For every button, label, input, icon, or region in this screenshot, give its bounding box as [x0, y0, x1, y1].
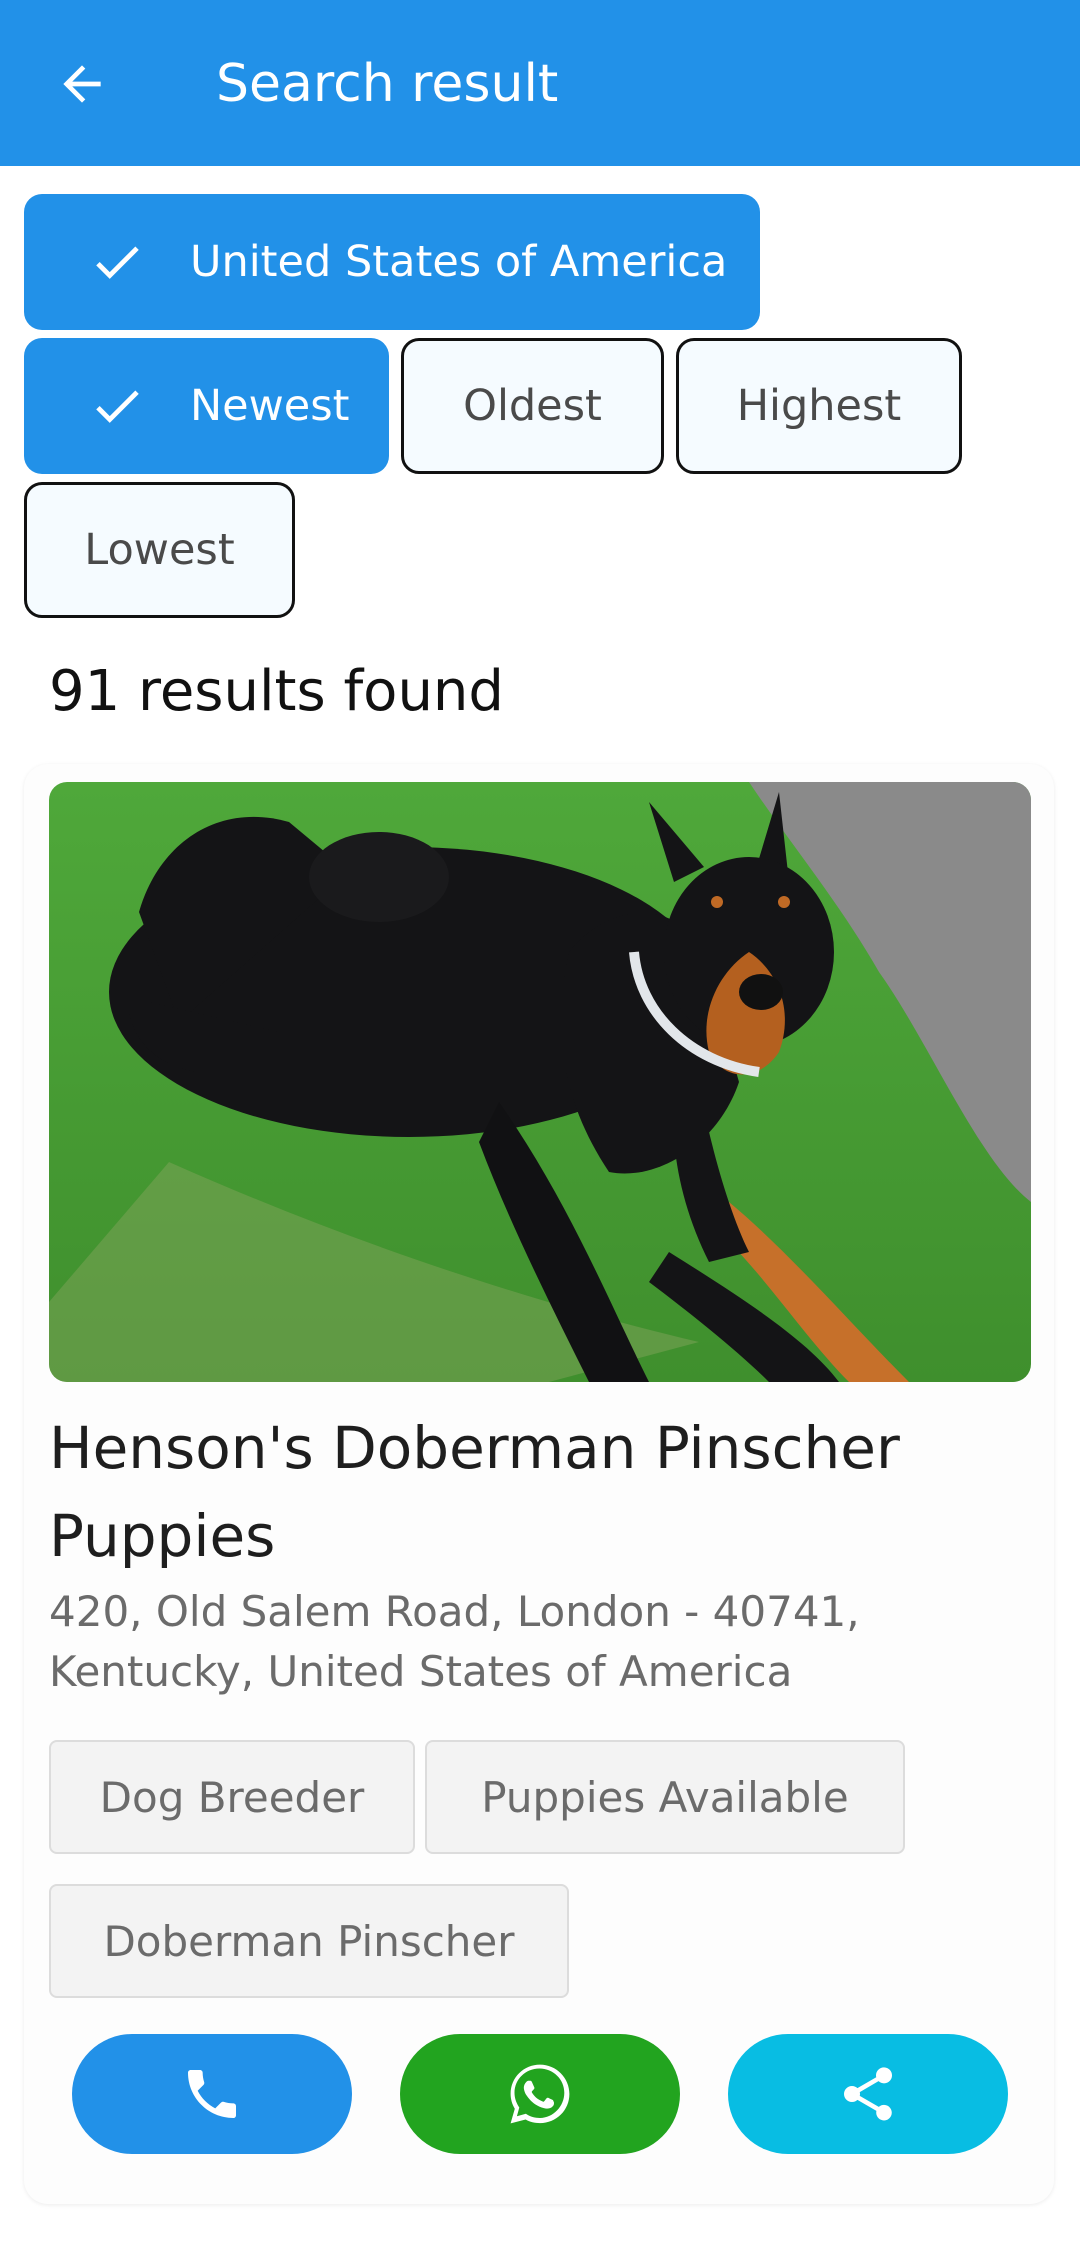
- whatsapp-button[interactable]: [400, 2034, 680, 2154]
- chip-sort-highest[interactable]: Highest: [676, 338, 962, 474]
- chip-sort-newest-label: Newest: [190, 381, 350, 431]
- chip-location[interactable]: United States of America: [24, 194, 760, 330]
- tag-label: Puppies Available: [481, 1772, 849, 1822]
- listing-address: 420, Old Salem Road, London - 40741, Ken…: [49, 1587, 860, 1696]
- tag-puppies-available: Puppies Available: [425, 1740, 905, 1854]
- chip-sort-oldest[interactable]: Oldest: [401, 338, 664, 474]
- tag-dog-breeder: Dog Breeder: [49, 1740, 415, 1854]
- chip-location-label: United States of America: [190, 237, 728, 287]
- results-count: 91 results found: [49, 659, 504, 724]
- chip-sort-lowest-label: Lowest: [84, 525, 235, 575]
- chip-sort-oldest-label: Oldest: [463, 381, 602, 431]
- phone-icon: [188, 2070, 236, 2118]
- check-icon: [82, 371, 152, 441]
- share-icon: [844, 2067, 892, 2121]
- tag-doberman-pinscher: Doberman Pinscher: [49, 1884, 569, 1998]
- page-title: Search result: [216, 54, 559, 114]
- listing-card[interactable]: Henson's Doberman Pinscher Puppies 420, …: [24, 764, 1054, 2204]
- dog-photo-illustration: [49, 782, 1031, 1382]
- chip-sort-highest-label: Highest: [736, 381, 902, 431]
- listing-photo: [49, 782, 1031, 1382]
- chip-sort-lowest[interactable]: Lowest: [24, 482, 295, 618]
- app-bar: Search result: [0, 0, 1080, 166]
- call-button[interactable]: [72, 2034, 352, 2154]
- tag-label: Doberman Pinscher: [103, 1916, 515, 1966]
- arrow-left-icon: [63, 65, 101, 103]
- tag-label: Dog Breeder: [99, 1772, 365, 1822]
- listing-title: Henson's Doberman Pinscher Puppies: [49, 1414, 900, 1570]
- back-button[interactable]: [48, 50, 116, 118]
- share-button[interactable]: [728, 2034, 1008, 2154]
- chip-sort-newest[interactable]: Newest: [24, 338, 389, 474]
- whatsapp-icon: [510, 2064, 570, 2124]
- check-icon: [82, 227, 152, 297]
